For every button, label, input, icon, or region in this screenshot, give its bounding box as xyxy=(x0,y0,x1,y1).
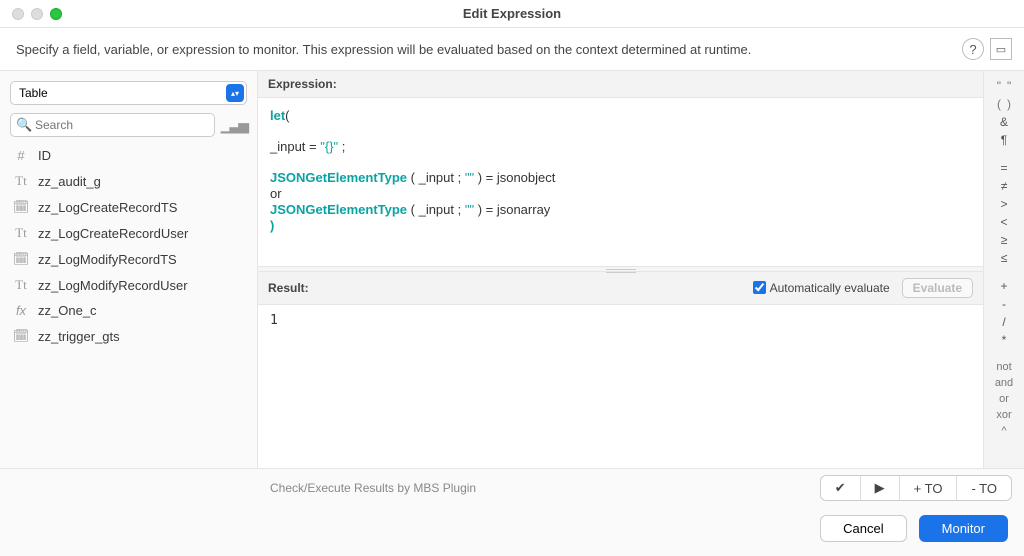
field-name: zz_LogCreateRecordTS xyxy=(38,200,177,215)
field-row[interactable]: Tt zz_LogCreateRecordUser xyxy=(0,220,257,246)
status-text: Check/Execute Results by MBS Plugin xyxy=(270,481,476,495)
op-mul[interactable]: * xyxy=(1001,333,1008,347)
op-gt[interactable]: > xyxy=(999,197,1008,211)
field-name: ID xyxy=(38,148,51,163)
field-name: zz_LogCreateRecordUser xyxy=(38,226,188,241)
text-type-icon: Tt xyxy=(12,277,30,293)
op-xor[interactable]: xor xyxy=(996,409,1011,421)
auto-evaluate-checkbox[interactable] xyxy=(753,281,766,294)
op-div[interactable]: / xyxy=(1001,315,1006,329)
op-paren-open[interactable]: ( xyxy=(996,97,1002,111)
seg-check[interactable]: ✔ xyxy=(821,476,861,500)
evaluate-button: Evaluate xyxy=(902,278,973,298)
help-text: Specify a field, variable, or expression… xyxy=(16,42,751,57)
calc-type-icon: fx xyxy=(12,303,30,318)
seg-plus-to[interactable]: + TO xyxy=(900,476,958,500)
field-row[interactable]: 🗓 zz_LogModifyRecordTS xyxy=(0,246,257,272)
operator-palette: " " () & ¶ = ≠ > < ≥ ≤ + - / * not and or… xyxy=(984,71,1024,468)
op-neq[interactable]: ≠ xyxy=(1000,179,1009,193)
field-row[interactable]: Tt zz_LogModifyRecordUser xyxy=(0,272,257,298)
expression-label: Expression: xyxy=(258,71,983,98)
op-plus[interactable]: + xyxy=(999,279,1008,293)
result-output: 1 xyxy=(258,305,983,469)
field-name: zz_One_c xyxy=(38,303,97,318)
op-amp[interactable]: & xyxy=(999,115,1009,129)
seg-minus-to[interactable]: - TO xyxy=(957,476,1011,500)
op-eq[interactable]: = xyxy=(999,161,1008,175)
op-lt[interactable]: < xyxy=(999,215,1008,229)
splitter-handle[interactable] xyxy=(258,266,983,272)
text-type-icon: Tt xyxy=(12,173,30,189)
field-row[interactable]: 🗓 zz_LogCreateRecordTS xyxy=(0,194,257,220)
field-name: zz_audit_g xyxy=(38,174,101,189)
field-list: # ID Tt zz_audit_g 🗓 zz_LogCreateRecordTS T… xyxy=(0,137,257,468)
seg-run[interactable]: ▶ xyxy=(861,476,900,500)
op-quote[interactable]: " xyxy=(1006,79,1012,93)
op-pow[interactable]: ^ xyxy=(1001,425,1006,437)
field-row[interactable]: 🗓 zz_trigger_gts xyxy=(0,323,257,349)
search-icon: 🔍 xyxy=(16,117,32,133)
op-minus[interactable]: - xyxy=(1001,297,1007,311)
sort-icon[interactable]: ▁▃▅ xyxy=(221,117,247,134)
field-name: zz_trigger_gts xyxy=(38,329,120,344)
timestamp-type-icon: 🗓 xyxy=(12,328,30,344)
search-input[interactable] xyxy=(10,113,215,137)
toggle-pane-button[interactable]: ▭ xyxy=(990,38,1012,60)
expression-editor[interactable]: let( _input = "{}" ; JSONGetElementType … xyxy=(258,98,983,266)
help-button[interactable]: ? xyxy=(962,38,984,60)
number-type-icon: # xyxy=(12,148,30,163)
op-paren-close[interactable]: ) xyxy=(1006,97,1012,111)
op-pilcrow[interactable]: ¶ xyxy=(1000,133,1008,147)
text-type-icon: Tt xyxy=(12,225,30,241)
monitor-button[interactable]: Monitor xyxy=(919,515,1008,542)
op-and[interactable]: and xyxy=(995,377,1013,389)
field-row[interactable]: Tt zz_audit_g xyxy=(0,168,257,194)
op-ge[interactable]: ≥ xyxy=(1000,233,1009,247)
window-title: Edit Expression xyxy=(0,6,1024,21)
field-row[interactable]: fx zz_One_c xyxy=(0,298,257,323)
field-name: zz_LogModifyRecordTS xyxy=(38,252,177,267)
scope-select[interactable]: Table xyxy=(10,81,247,105)
auto-evaluate-toggle[interactable]: Automatically evaluate xyxy=(753,281,890,295)
field-name: zz_LogModifyRecordUser xyxy=(38,278,188,293)
field-row[interactable]: # ID xyxy=(0,143,257,168)
cancel-button[interactable]: Cancel xyxy=(820,515,906,542)
op-quote[interactable]: " xyxy=(996,79,1002,93)
chevron-updown-icon: ▴▾ xyxy=(226,84,244,102)
result-label: Result: xyxy=(268,281,309,295)
mbs-segmented-control: ✔ ▶ + TO - TO xyxy=(820,475,1012,501)
timestamp-type-icon: 🗓 xyxy=(12,251,30,267)
op-or[interactable]: or xyxy=(999,393,1009,405)
op-le[interactable]: ≤ xyxy=(1000,251,1009,265)
auto-evaluate-label: Automatically evaluate xyxy=(770,281,890,295)
op-not[interactable]: not xyxy=(996,361,1011,373)
timestamp-type-icon: 🗓 xyxy=(12,199,30,215)
